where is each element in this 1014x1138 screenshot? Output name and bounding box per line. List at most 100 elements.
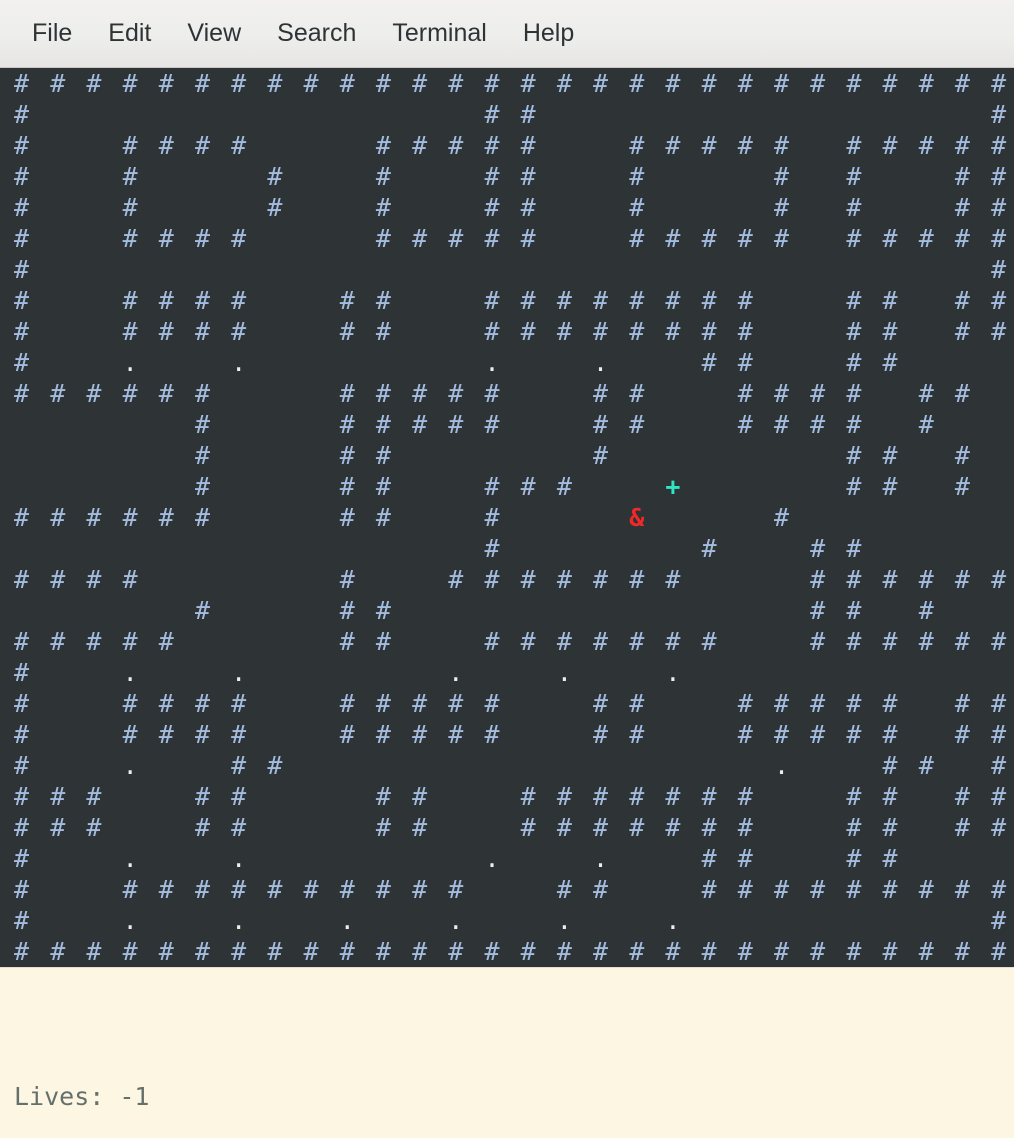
maze-wall: # <box>991 193 1007 222</box>
maze-wall: # <box>375 317 391 346</box>
maze-wall: # <box>737 69 753 98</box>
maze-wall: # <box>122 565 138 594</box>
maze-row: # # # # # # # # # # # # # # # # # # # # # # # # # # # # <box>0 68 1014 99</box>
maze-wall: # <box>991 317 1007 346</box>
maze-wall: # <box>629 627 645 656</box>
maze-empty <box>412 440 448 471</box>
maze-wall: # <box>14 906 30 935</box>
maze-empty <box>448 502 484 533</box>
maze-wall: # <box>556 69 572 98</box>
maze-row: # # # # # # # # # # # # # # # # # # # <box>0 688 1014 719</box>
maze-empty <box>593 254 629 285</box>
maze-wall: # <box>629 286 645 315</box>
maze-wall: # <box>882 348 898 377</box>
maze-empty <box>846 254 882 285</box>
maze-wall: # <box>14 379 30 408</box>
maze-row: # . . . . # # # # <box>0 347 1014 378</box>
maze-wall: # <box>665 286 681 315</box>
maze-empty <box>846 750 882 781</box>
maze-empty <box>955 502 991 533</box>
maze-empty <box>304 471 340 502</box>
maze-empty <box>557 502 593 533</box>
maze-empty <box>521 843 557 874</box>
maze-wall: # <box>846 131 862 160</box>
maze-wall: # <box>882 131 898 160</box>
maze-empty <box>376 657 412 688</box>
maze-wall: # <box>14 782 30 811</box>
maze-wall: # <box>122 69 138 98</box>
maze-empty <box>593 595 629 626</box>
maze-empty <box>557 750 593 781</box>
maze-wall: # <box>846 689 862 718</box>
menu-search[interactable]: Search <box>259 17 374 50</box>
maze-dot: . <box>665 906 681 935</box>
maze-wall: # <box>339 565 355 594</box>
maze-wall: # <box>122 224 138 253</box>
maze-empty <box>955 657 991 688</box>
maze-empty <box>557 440 593 471</box>
maze-wall: # <box>593 813 609 842</box>
maze-empty <box>955 843 991 874</box>
maze-wall: # <box>86 69 102 98</box>
maze-wall: # <box>701 69 717 98</box>
maze-wall: # <box>593 627 609 656</box>
maze-empty <box>629 905 665 936</box>
maze-wall: # <box>954 627 970 656</box>
maze-wall: # <box>629 689 645 718</box>
maze-empty <box>702 471 738 502</box>
maze-empty <box>665 719 701 750</box>
menu-file[interactable]: File <box>14 17 90 50</box>
maze-wall: # <box>231 286 247 315</box>
maze-empty <box>738 564 774 595</box>
maze-wall: # <box>267 937 283 966</box>
maze-empty <box>412 254 448 285</box>
maze-empty <box>304 409 340 440</box>
maze-empty <box>919 254 955 285</box>
maze-wall: # <box>194 689 210 718</box>
maze-wall: # <box>846 627 862 656</box>
maze-wall: # <box>50 379 66 408</box>
maze-empty <box>955 533 991 564</box>
maze-empty <box>991 440 1014 471</box>
menu-terminal[interactable]: Terminal <box>374 17 504 50</box>
maze-empty <box>50 874 86 905</box>
maze-wall: # <box>954 689 970 718</box>
maze-empty <box>991 533 1014 564</box>
maze-empty <box>376 347 412 378</box>
maze-wall: # <box>954 286 970 315</box>
maze-empty <box>195 564 231 595</box>
maze-empty <box>159 254 195 285</box>
maze-empty <box>231 595 267 626</box>
menu-help[interactable]: Help <box>505 17 592 50</box>
maze-wall: # <box>918 410 934 439</box>
maze-wall: # <box>484 193 500 222</box>
maze-wall: # <box>882 472 898 501</box>
maze-empty <box>883 595 919 626</box>
maze-wall: # <box>991 224 1007 253</box>
maze-wall: # <box>484 937 500 966</box>
maze-wall: # <box>448 875 464 904</box>
maze-empty <box>195 905 231 936</box>
maze-empty <box>231 378 267 409</box>
menu-view[interactable]: View <box>169 17 259 50</box>
maze-empty <box>883 533 919 564</box>
maze-empty <box>14 471 50 502</box>
maze-wall: # <box>882 782 898 811</box>
menu-edit[interactable]: Edit <box>90 17 169 50</box>
maze-empty <box>86 688 122 719</box>
maze-empty <box>702 378 738 409</box>
maze-dot: . <box>122 906 138 935</box>
maze-wall: # <box>991 813 1007 842</box>
maze-wall: # <box>412 782 428 811</box>
maze-row: # # # # # # <box>0 595 1014 626</box>
terminal-output-area[interactable]: # # # # # # # # # # # # # # # # # # # # # # # # # # # # # # # # # # # # #… <box>0 68 1014 1138</box>
maze-empty <box>846 502 882 533</box>
maze-empty <box>14 440 50 471</box>
maze-wall: # <box>520 286 536 315</box>
maze-empty <box>159 347 195 378</box>
maze-wall: # <box>339 937 355 966</box>
maze-wall: # <box>86 813 102 842</box>
maze-wall: # <box>665 565 681 594</box>
maze-wall: # <box>122 193 138 222</box>
maze-wall: # <box>701 131 717 160</box>
